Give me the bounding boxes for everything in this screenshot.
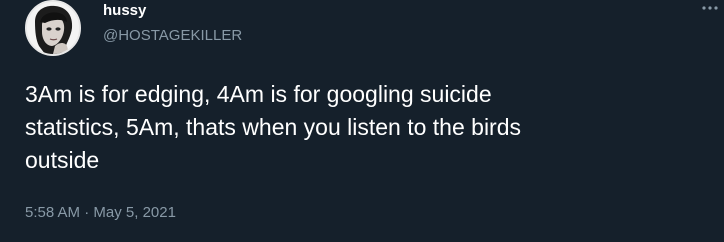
tweet-time[interactable]: 5:58 AM	[25, 204, 80, 221]
more-options-icon[interactable]	[700, 2, 720, 16]
tweet-timestamp: 5:58 AM · May 5, 2021	[25, 203, 176, 223]
tweet-card: hussy @HOSTAGEKILLER 3Am is for edging, …	[0, 0, 724, 242]
tweet-text: 3Am is for edging, 4Am is for googling s…	[25, 81, 522, 173]
user-handle[interactable]: @HOSTAGEKILLER	[103, 26, 242, 46]
tweet-date[interactable]: May 5, 2021	[93, 204, 176, 221]
avatar-image	[27, 2, 79, 54]
meta-separator: ·	[80, 204, 94, 221]
avatar[interactable]	[25, 0, 81, 56]
display-name[interactable]: hussy	[103, 1, 146, 21]
